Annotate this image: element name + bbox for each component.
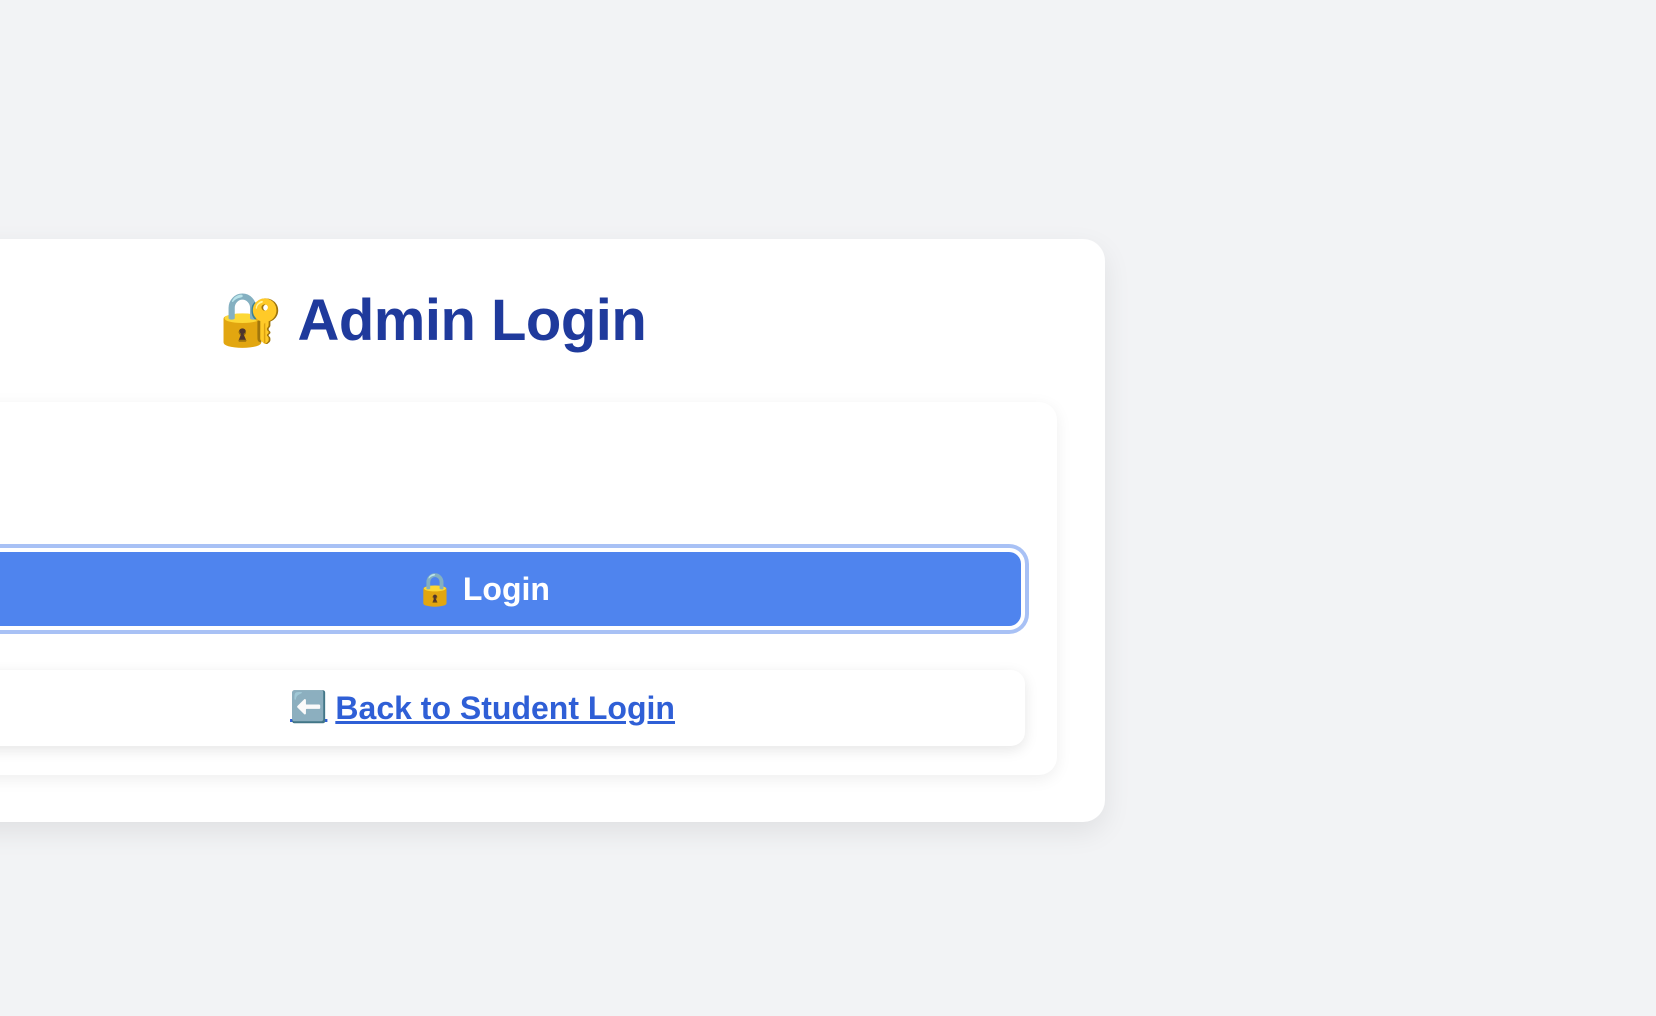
page-title: 🔐 Admin Login: [0, 285, 925, 355]
login-button[interactable]: 🔒 Login: [0, 548, 1025, 630]
login-card: 🔐 Admin Login 🔒 Login ⬅️ Back to Student…: [0, 239, 1105, 822]
back-link-container: ⬅️ Back to Student Login: [0, 670, 1025, 746]
back-link-label: Back to Student Login: [335, 689, 675, 726]
lock-icon: 🔒: [415, 571, 455, 607]
back-to-student-login-link[interactable]: ⬅️ Back to Student Login: [290, 690, 675, 727]
left-arrow-icon: ⬅️: [290, 691, 328, 724]
locked-with-key-icon: 🔐: [218, 291, 284, 349]
login-button-label: Login: [462, 570, 550, 607]
login-form: 🔒 Login ⬅️ Back to Student Login: [0, 402, 1057, 775]
page-title-text: Admin Login: [297, 287, 647, 353]
